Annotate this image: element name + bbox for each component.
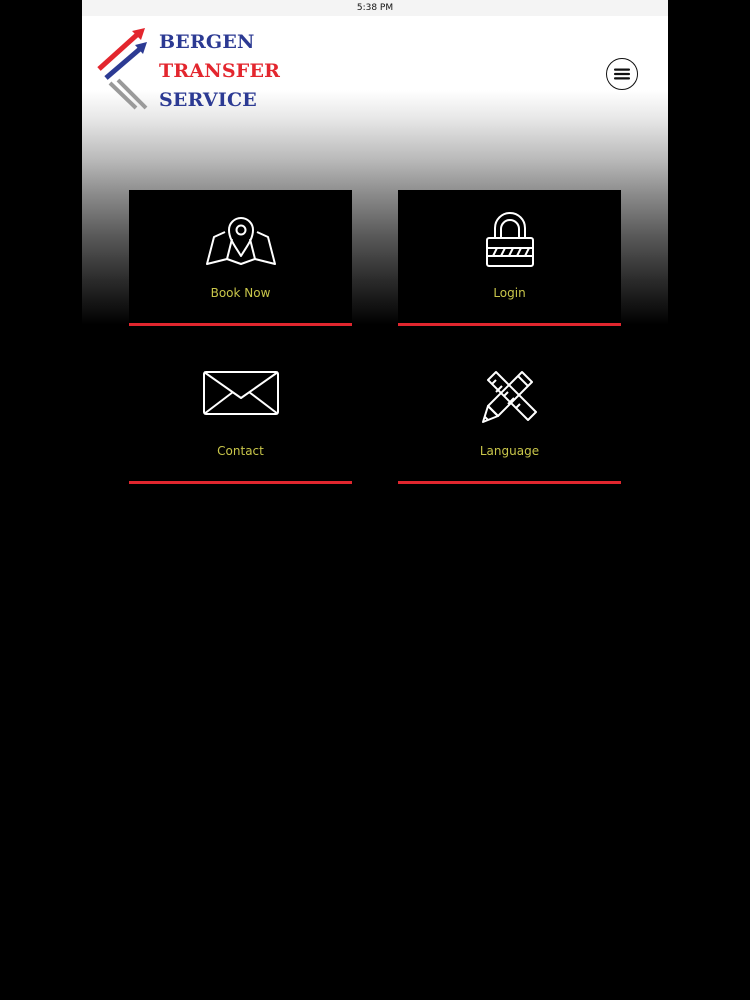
contact-tile[interactable]: Contact [129, 348, 352, 484]
status-bar: 5:38 PM [82, 0, 668, 16]
map-pin-icon [129, 210, 352, 276]
pencil-ruler-icon [398, 368, 621, 434]
lock-icon [398, 210, 621, 276]
hamburger-icon [614, 68, 630, 80]
brand-logo[interactable]: BERGEN TRANSFER SERVICE [96, 28, 296, 112]
login-tile[interactable]: Login [398, 190, 621, 326]
logo-text-service: SERVICE [159, 89, 257, 111]
login-label: Login [493, 286, 526, 300]
language-label: Language [479, 444, 540, 458]
menu-button[interactable] [606, 58, 638, 90]
status-time: 5:38 PM [356, 3, 394, 13]
logo-text-bergen: BERGEN [159, 31, 255, 53]
book-now-label: Book Now [210, 286, 271, 300]
contact-label: Contact [217, 444, 264, 458]
logo-text-transfer: TRANSFER [159, 60, 281, 82]
app-screen: 5:38 PM BERGEN TRANSFER SERVICE Book Now… [82, 0, 668, 1000]
language-tile[interactable]: Language [398, 348, 621, 484]
envelope-icon [129, 368, 352, 434]
book-now-tile[interactable]: Book Now [129, 190, 352, 326]
logo-arrows-icon [97, 28, 148, 110]
